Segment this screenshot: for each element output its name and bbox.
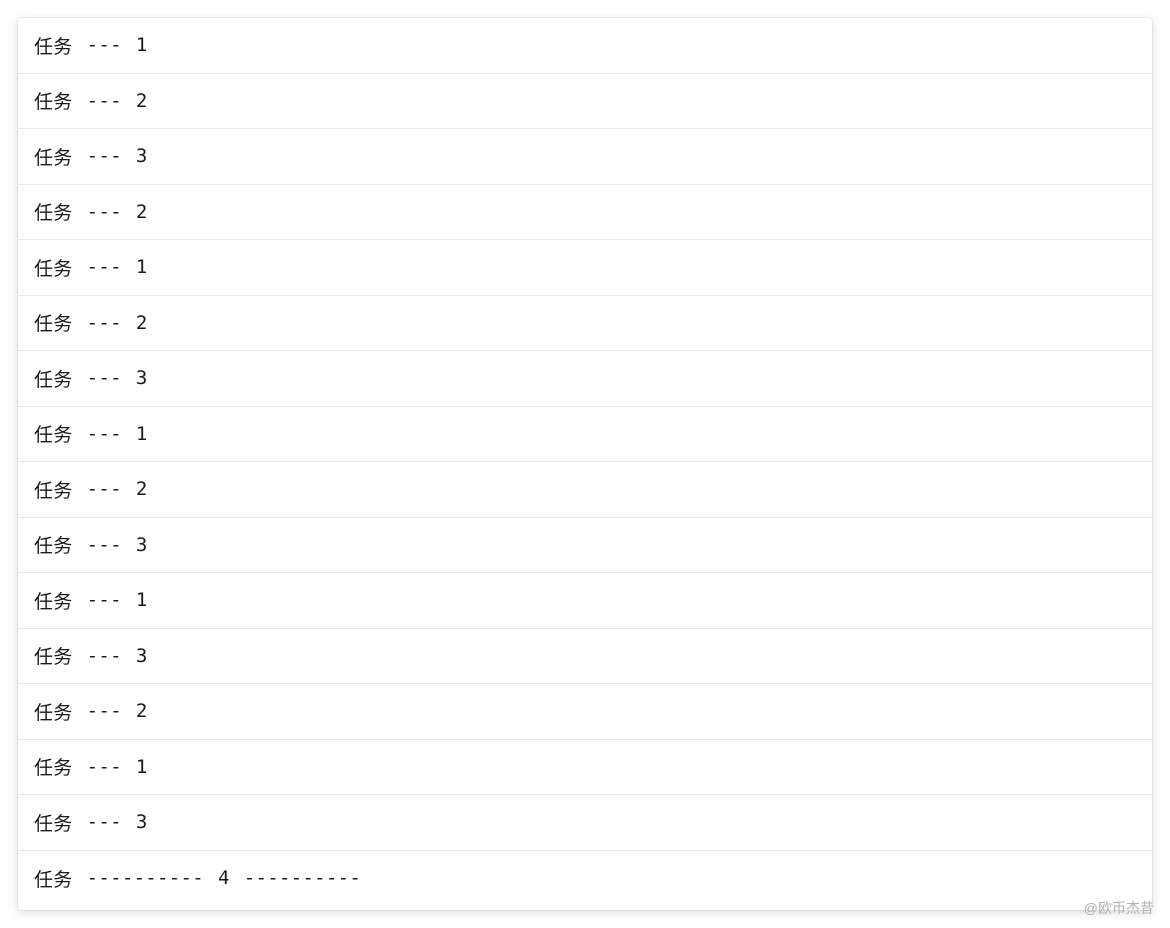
log-separator: ---	[87, 367, 122, 389]
log-number: 2	[136, 201, 148, 223]
log-row: 任务 --- 2	[18, 684, 1152, 740]
log-separator: ---	[87, 478, 122, 500]
log-number: 3	[136, 145, 148, 167]
log-number: 2	[136, 700, 148, 722]
log-row: 任务 --- 1	[18, 240, 1152, 296]
log-row: 任务 --- 3	[18, 129, 1152, 185]
log-number: 3	[136, 534, 148, 556]
log-prefix: 任务	[34, 753, 73, 780]
log-number: 1	[136, 423, 148, 445]
log-row: 任务 --- 1	[18, 573, 1152, 629]
log-number: 2	[136, 90, 148, 112]
log-prefix: 任务	[34, 587, 73, 614]
log-prefix: 任务	[34, 420, 73, 447]
log-row: 任务 --- 3	[18, 518, 1152, 574]
log-separator: ---	[87, 423, 122, 445]
log-row: 任务 --- 2	[18, 185, 1152, 241]
log-row: 任务 --- 1	[18, 740, 1152, 796]
log-prefix: 任务	[34, 143, 73, 170]
log-number: 3	[136, 645, 148, 667]
log-row: 任务 --- 1	[18, 407, 1152, 463]
log-separator-right: ----------	[244, 867, 361, 889]
log-prefix: 任务	[34, 365, 73, 392]
console-log-panel: 任务 --- 1 任务 --- 2 任务 --- 3 任务 --- 2 任务 --- 1 任务 --- 2 任务 --…	[18, 18, 1152, 910]
log-prefix: 任务	[34, 254, 73, 281]
log-number: 1	[136, 256, 148, 278]
log-separator: ---	[87, 700, 122, 722]
log-row: 任务 --- 3	[18, 351, 1152, 407]
log-separator: ---	[87, 589, 122, 611]
log-row: 任务 --- 2	[18, 74, 1152, 130]
log-prefix: 任务	[34, 698, 73, 725]
log-prefix: 任务	[34, 865, 73, 892]
log-number: 3	[136, 811, 148, 833]
log-prefix: 任务	[34, 809, 73, 836]
log-separator: ---	[87, 34, 122, 56]
log-row: 任务 --- 3	[18, 629, 1152, 685]
log-row: 任务 --- 1	[18, 18, 1152, 74]
log-separator-left: ----------	[87, 867, 204, 889]
log-separator: ---	[87, 534, 122, 556]
log-number: 1	[136, 589, 148, 611]
log-separator: ---	[87, 145, 122, 167]
log-prefix: 任务	[34, 198, 73, 225]
log-prefix: 任务	[34, 309, 73, 336]
log-prefix: 任务	[34, 32, 73, 59]
log-separator: ---	[87, 201, 122, 223]
log-row: 任务 --- 2	[18, 296, 1152, 352]
log-number: 2	[136, 478, 148, 500]
log-prefix: 任务	[34, 87, 73, 114]
log-row: 任务 --- 3	[18, 795, 1152, 851]
log-separator: ---	[87, 312, 122, 334]
log-number: 2	[136, 312, 148, 334]
log-separator: ---	[87, 645, 122, 667]
watermark-text: @欧币杰昔	[1084, 898, 1154, 918]
log-prefix: 任务	[34, 642, 73, 669]
log-separator: ---	[87, 811, 122, 833]
log-row: 任务 --- 2	[18, 462, 1152, 518]
log-separator: ---	[87, 756, 122, 778]
log-separator: ---	[87, 90, 122, 112]
log-row: 任务 ---------- 4 ----------	[18, 851, 1152, 907]
log-prefix: 任务	[34, 476, 73, 503]
log-prefix: 任务	[34, 531, 73, 558]
log-number: 1	[136, 756, 148, 778]
log-number: 1	[136, 34, 148, 56]
log-number: 3	[136, 367, 148, 389]
log-separator: ---	[87, 256, 122, 278]
log-number: 4	[218, 867, 230, 889]
